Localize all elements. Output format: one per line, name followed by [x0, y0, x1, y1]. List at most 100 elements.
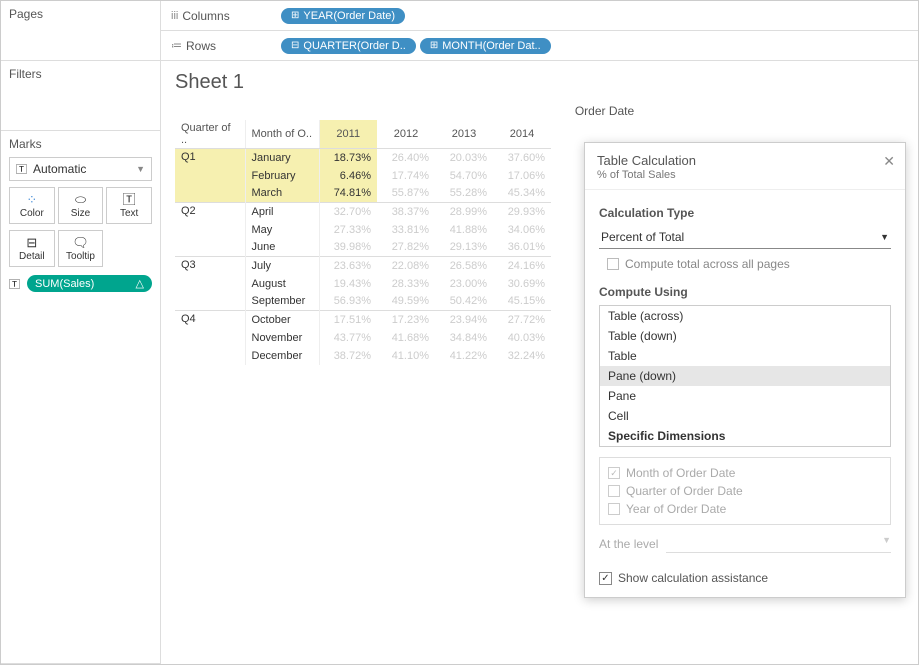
value-cell[interactable]: 55.28%: [435, 185, 493, 203]
month-pill[interactable]: ⊞MONTH(Order Dat..: [420, 38, 551, 54]
month-cell[interactable]: August: [245, 275, 319, 293]
value-cell[interactable]: 17.51%: [319, 311, 377, 329]
month-cell[interactable]: November: [245, 329, 319, 347]
size-button[interactable]: ⬭Size: [58, 187, 104, 224]
column-header[interactable]: 2013: [435, 120, 493, 149]
value-cell[interactable]: 27.72%: [493, 311, 551, 329]
value-cell[interactable]: 74.81%: [319, 185, 377, 203]
compute-option[interactable]: Table: [600, 346, 890, 366]
show-assist-checkbox[interactable]: ✓ Show calculation assistance: [599, 571, 891, 585]
value-cell[interactable]: 27.82%: [377, 239, 435, 257]
column-header[interactable]: Month of O..: [245, 120, 319, 149]
value-cell[interactable]: 29.93%: [493, 203, 551, 221]
value-cell[interactable]: 32.24%: [493, 347, 551, 365]
compute-option[interactable]: Pane: [600, 386, 890, 406]
compute-option[interactable]: Pane (down): [600, 366, 890, 386]
compute-option[interactable]: Table (down): [600, 326, 890, 346]
quarter-cell[interactable]: [175, 347, 245, 365]
quarter-cell[interactable]: Q4: [175, 311, 245, 329]
month-cell[interactable]: April: [245, 203, 319, 221]
value-cell[interactable]: 19.43%: [319, 275, 377, 293]
value-cell[interactable]: 28.99%: [435, 203, 493, 221]
quarter-cell[interactable]: Q3: [175, 257, 245, 275]
sheet-title[interactable]: Sheet 1: [175, 71, 904, 94]
value-cell[interactable]: 24.16%: [493, 257, 551, 275]
value-cell[interactable]: 22.08%: [377, 257, 435, 275]
column-header[interactable]: 2014: [493, 120, 551, 149]
quarter-pill[interactable]: ⊟QUARTER(Order D..: [281, 38, 416, 54]
value-cell[interactable]: 40.03%: [493, 329, 551, 347]
month-cell[interactable]: March: [245, 185, 319, 203]
column-header[interactable]: 2012: [377, 120, 435, 149]
year-pill[interactable]: ⊞YEAR(Order Date): [281, 8, 405, 24]
quarter-cell[interactable]: [175, 167, 245, 185]
quarter-cell[interactable]: [175, 293, 245, 311]
value-cell[interactable]: 17.74%: [377, 167, 435, 185]
sum-sales-pill[interactable]: SUM(Sales) △: [27, 275, 152, 292]
column-header[interactable]: Quarter of ..: [175, 120, 245, 149]
month-cell[interactable]: October: [245, 311, 319, 329]
month-cell[interactable]: September: [245, 293, 319, 311]
detail-button[interactable]: ⊟Detail: [9, 230, 55, 267]
column-header[interactable]: 2011: [319, 120, 377, 149]
compute-total-checkbox[interactable]: Compute total across all pages: [607, 257, 891, 271]
value-cell[interactable]: 30.69%: [493, 275, 551, 293]
month-cell[interactable]: June: [245, 239, 319, 257]
columns-shelf[interactable]: iiiColumns ⊞YEAR(Order Date): [161, 1, 918, 31]
value-cell[interactable]: 33.81%: [377, 221, 435, 239]
value-cell[interactable]: 45.34%: [493, 185, 551, 203]
month-cell[interactable]: July: [245, 257, 319, 275]
value-cell[interactable]: 34.84%: [435, 329, 493, 347]
compute-option[interactable]: Specific Dimensions: [600, 426, 890, 446]
value-cell[interactable]: 39.98%: [319, 239, 377, 257]
value-cell[interactable]: 56.93%: [319, 293, 377, 311]
quarter-cell[interactable]: [175, 239, 245, 257]
value-cell[interactable]: 29.13%: [435, 239, 493, 257]
value-cell[interactable]: 23.00%: [435, 275, 493, 293]
value-cell[interactable]: 23.94%: [435, 311, 493, 329]
month-cell[interactable]: May: [245, 221, 319, 239]
compute-option[interactable]: Cell: [600, 406, 890, 426]
value-cell[interactable]: 23.63%: [319, 257, 377, 275]
value-cell[interactable]: 20.03%: [435, 149, 493, 167]
value-cell[interactable]: 41.68%: [377, 329, 435, 347]
quarter-cell[interactable]: [175, 221, 245, 239]
mark-type-select[interactable]: 🅃 Automatic ▼: [9, 157, 152, 181]
quarter-cell[interactable]: [175, 185, 245, 203]
value-cell[interactable]: 28.33%: [377, 275, 435, 293]
value-cell[interactable]: 37.60%: [493, 149, 551, 167]
value-cell[interactable]: 55.87%: [377, 185, 435, 203]
value-cell[interactable]: 41.88%: [435, 221, 493, 239]
value-cell[interactable]: 36.01%: [493, 239, 551, 257]
value-cell[interactable]: 38.72%: [319, 347, 377, 365]
quarter-cell[interactable]: Q1: [175, 149, 245, 167]
value-cell[interactable]: 18.73%: [319, 149, 377, 167]
value-cell[interactable]: 26.40%: [377, 149, 435, 167]
quarter-cell[interactable]: [175, 275, 245, 293]
value-cell[interactable]: 43.77%: [319, 329, 377, 347]
value-cell[interactable]: 54.70%: [435, 167, 493, 185]
value-cell[interactable]: 50.42%: [435, 293, 493, 311]
tooltip-button[interactable]: 🗨Tooltip: [58, 230, 104, 267]
value-cell[interactable]: 49.59%: [377, 293, 435, 311]
value-cell[interactable]: 6.46%: [319, 167, 377, 185]
month-cell[interactable]: January: [245, 149, 319, 167]
quarter-cell[interactable]: [175, 329, 245, 347]
value-cell[interactable]: 41.10%: [377, 347, 435, 365]
month-cell[interactable]: December: [245, 347, 319, 365]
value-cell[interactable]: 27.33%: [319, 221, 377, 239]
value-cell[interactable]: 32.70%: [319, 203, 377, 221]
value-cell[interactable]: 34.06%: [493, 221, 551, 239]
calc-type-select[interactable]: Percent of Total ▼: [599, 226, 891, 249]
value-cell[interactable]: 41.22%: [435, 347, 493, 365]
value-cell[interactable]: 17.23%: [377, 311, 435, 329]
close-icon[interactable]: ✕: [883, 153, 895, 170]
quarter-cell[interactable]: Q2: [175, 203, 245, 221]
text-button[interactable]: 🅃Text: [106, 187, 152, 224]
rows-shelf[interactable]: ≔Rows ⊟QUARTER(Order D.. ⊞MONTH(Order Da…: [161, 31, 918, 61]
value-cell[interactable]: 26.58%: [435, 257, 493, 275]
value-cell[interactable]: 17.06%: [493, 167, 551, 185]
month-cell[interactable]: February: [245, 167, 319, 185]
value-cell[interactable]: 38.37%: [377, 203, 435, 221]
compute-option[interactable]: Table (across): [600, 306, 890, 326]
